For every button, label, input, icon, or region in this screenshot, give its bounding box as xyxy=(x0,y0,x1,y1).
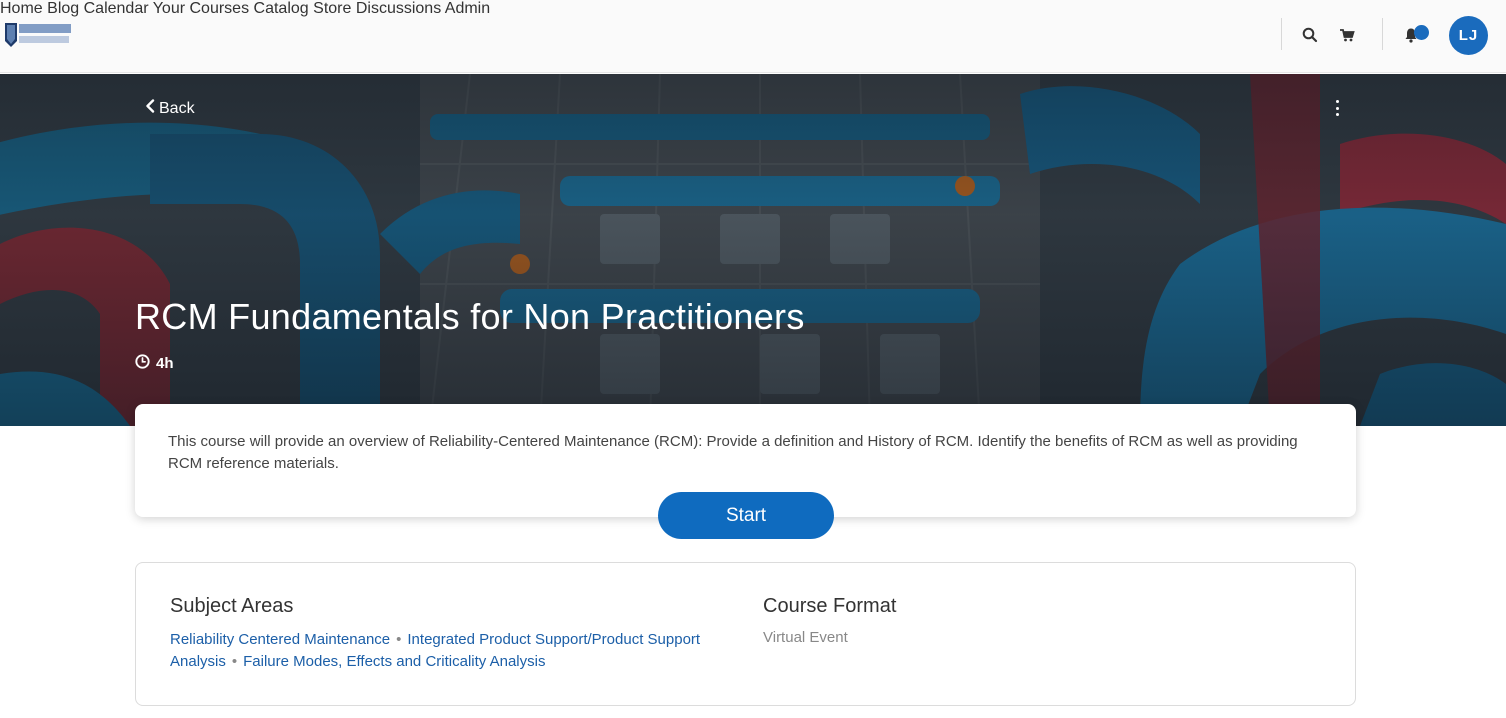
subject-area-link[interactable]: Failure Modes, Effects and Criticality A… xyxy=(243,653,545,670)
back-label: Back xyxy=(159,99,195,117)
top-navigation-bar: Home Blog Calendar Your Courses Catalog … xyxy=(0,0,1506,73)
nav-blog[interactable]: Blog xyxy=(47,0,79,17)
subject-areas-list: Reliability Centered Maintenance • Integra… xyxy=(170,629,740,673)
kebab-menu-icon[interactable] xyxy=(1331,100,1343,116)
course-hero-banner: Back RCM Fundamentals for Non Practition… xyxy=(0,74,1506,426)
course-description: This course will provide an overview of … xyxy=(168,433,1298,472)
nav-discussions[interactable]: Discussions xyxy=(356,0,441,17)
course-duration: 4h xyxy=(135,354,174,373)
search-icon[interactable] xyxy=(1299,24,1321,46)
clock-icon xyxy=(135,354,150,373)
course-format-value: Virtual Event xyxy=(763,629,848,646)
separator-dot: • xyxy=(231,653,238,670)
academy-logo[interactable] xyxy=(3,19,73,51)
nav-home[interactable]: Home xyxy=(0,0,43,17)
chevron-left-icon xyxy=(145,99,155,118)
back-link[interactable]: Back xyxy=(145,99,195,118)
nav-calendar[interactable]: Calendar xyxy=(84,0,149,17)
nav-divider xyxy=(1382,18,1383,50)
course-title: RCM Fundamentals for Non Practitioners xyxy=(135,296,805,337)
course-details-card: Subject Areas Reliability Centered Maint… xyxy=(135,562,1356,706)
user-avatar[interactable]: LJ xyxy=(1449,16,1488,55)
separator-dot: • xyxy=(396,631,402,648)
course-format-heading: Course Format xyxy=(763,595,897,617)
subject-areas-heading: Subject Areas xyxy=(170,595,294,617)
nav-your-courses[interactable]: Your Courses xyxy=(153,0,249,17)
start-button[interactable]: Start xyxy=(658,492,834,539)
subject-area-link[interactable]: Reliability Centered Maintenance xyxy=(170,631,390,648)
nav-divider xyxy=(1281,18,1282,50)
notification-badge xyxy=(1414,25,1429,40)
cart-icon[interactable] xyxy=(1336,24,1358,46)
nav-catalog[interactable]: Catalog xyxy=(254,0,309,17)
nav-admin[interactable]: Admin xyxy=(445,0,490,17)
duration-value: 4h xyxy=(156,355,174,372)
nav-store[interactable]: Store xyxy=(313,0,351,17)
hero-overlay xyxy=(0,74,1506,426)
